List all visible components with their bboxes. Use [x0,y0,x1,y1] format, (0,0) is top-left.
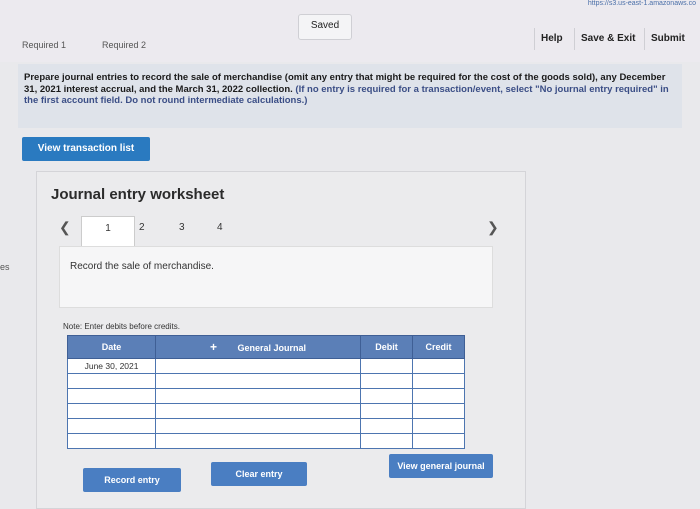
credit-cell[interactable] [411,418,466,434]
debit-cell[interactable] [359,373,413,389]
credit-cell[interactable] [411,358,466,374]
debit-cell[interactable] [359,418,413,434]
worksheet-title: Journal entry worksheet [51,186,225,203]
browser-url: https://s3.us-east-1.amazonaws.co [587,0,696,7]
credit-header: Credit [411,335,466,359]
account-cell[interactable] [155,418,361,434]
account-cell[interactable] [155,373,361,389]
credit-cell[interactable] [411,373,466,389]
entry-note: Note: Enter debits before credits. [63,322,180,331]
date-cell[interactable] [66,388,157,404]
account-cell[interactable] [155,358,361,374]
question-prompt: Prepare journal entries to record the sa… [18,64,682,128]
debit-cell[interactable] [359,388,413,404]
debit-cell[interactable] [359,358,413,374]
credit-cell[interactable] [411,388,466,404]
top-bar: https://s3.us-east-1.amazonaws.co Saved … [0,0,700,62]
page-tab-1[interactable]: 1 [81,216,135,247]
general-journal-header-label: General Journal [237,343,307,353]
chevron-right-icon[interactable]: ❯ [487,219,499,236]
date-cell[interactable] [66,433,157,449]
date-cell[interactable] [66,403,157,419]
table-row [66,418,466,434]
account-cell[interactable] [155,388,361,404]
debit-header: Debit [359,335,413,359]
table-row: June 30, 2021 [66,358,466,374]
page-tab-3[interactable]: 3 [179,222,185,233]
account-cell[interactable] [155,403,361,419]
credit-cell[interactable] [411,433,466,449]
tab-required-2[interactable]: Required 2 [102,40,146,50]
account-cell[interactable] [155,433,361,449]
side-cut-text: es [0,262,10,272]
date-header: Date [66,335,157,359]
table-row [66,388,466,404]
table-row [66,403,466,419]
table-row [66,373,466,389]
page-tab-2[interactable]: 2 [139,222,145,233]
date-cell[interactable]: June 30, 2021 [66,358,157,374]
journal-entry-worksheet: Journal entry worksheet ❮ 1 2 3 4 ❯ Reco… [36,171,526,509]
debit-cell[interactable] [359,433,413,449]
plus-icon[interactable]: + [210,340,217,354]
view-transaction-list-button[interactable]: View transaction list [22,137,150,161]
table-row [66,433,466,449]
date-cell[interactable] [66,373,157,389]
help-button[interactable]: Help [534,28,569,50]
tab-required-1[interactable]: Required 1 [22,40,66,50]
save-exit-button[interactable]: Save & Exit [574,28,641,50]
general-journal-header: + General Journal [155,335,361,359]
journal-table: Date + General Journal Debit Credit June… [66,335,466,449]
entry-description: Record the sale of merchandise. [59,246,493,308]
view-general-journal-button[interactable]: View general journal [389,454,493,478]
credit-cell[interactable] [411,403,466,419]
record-entry-button[interactable]: Record entry [83,468,181,492]
debit-cell[interactable] [359,403,413,419]
page-tab-4[interactable]: 4 [217,222,223,233]
clear-entry-button[interactable]: Clear entry [211,462,307,486]
saved-indicator: Saved [298,14,352,40]
chevron-left-icon[interactable]: ❮ [59,219,71,236]
submit-button[interactable]: Submit [644,28,691,50]
date-cell[interactable] [66,418,157,434]
